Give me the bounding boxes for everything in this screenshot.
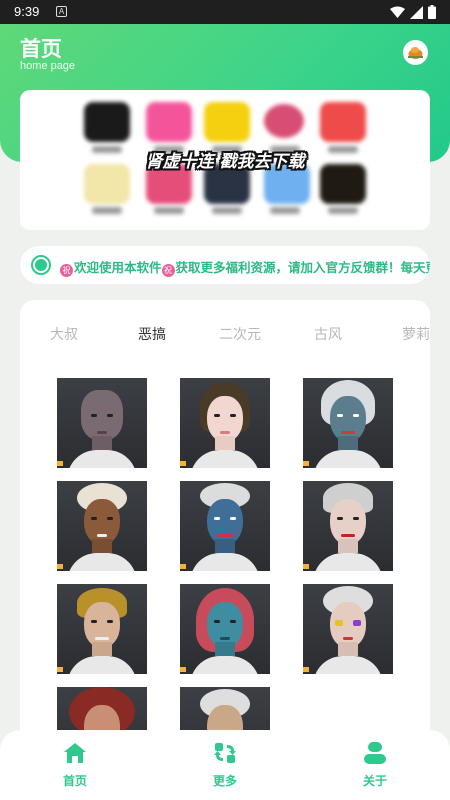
bottom-nav: 首页 更多 关于 [0, 730, 450, 800]
tab-luoli[interactable]: 萝莉 [402, 324, 430, 344]
signal-icon [410, 5, 423, 19]
category-tabs: 大叔 恶搞 二次元 古风 萝莉 [20, 324, 430, 346]
nav-more-label: 更多 [212, 774, 237, 788]
nav-more[interactable]: 更多 [195, 740, 255, 789]
notification-a-icon: A [56, 6, 67, 17]
status-time: 9:39 [14, 4, 40, 19]
character-face-9[interactable] [303, 584, 393, 674]
page-title: 首页 [20, 37, 62, 61]
character-face-1[interactable] [57, 378, 147, 468]
app-label-6 [92, 207, 122, 214]
notice-segment-1: 欢迎使用本软件 [74, 260, 162, 275]
more-icon [214, 743, 236, 763]
battery-icon [428, 5, 436, 19]
nav-about[interactable]: 关于 [345, 740, 405, 789]
nav-home[interactable]: 首页 [45, 740, 105, 789]
character-face-7[interactable] [57, 584, 147, 674]
app-icon-4 [264, 104, 304, 138]
notice-text: 祝欢迎使用本软件祝获取更多福利资源，请加入官方反馈群！每天更 [60, 257, 430, 277]
character-face-8[interactable] [180, 584, 270, 674]
app-icon-1 [84, 102, 130, 142]
content-card: 大叔 恶搞 二次元 古风 萝莉 [20, 300, 430, 780]
app-label-10 [328, 207, 358, 214]
app-icon-2 [146, 102, 192, 142]
avatar[interactable] [403, 40, 428, 65]
tab-egao[interactable]: 恶搞 [138, 324, 166, 344]
page-subtitle: home page [20, 60, 76, 72]
nav-about-label: 关于 [362, 774, 387, 788]
notice-segment-2: 获取更多福利资源，请加入官方反馈群！每天更 [175, 260, 430, 275]
app-label-9 [270, 207, 300, 214]
notice-dot-icon [31, 255, 51, 275]
home-icon [64, 743, 86, 763]
character-face-2[interactable] [180, 378, 270, 468]
notice-bar[interactable]: 祝欢迎使用本软件祝获取更多福利资源，请加入官方反馈群！每天更 [20, 246, 430, 284]
app-icon-5 [320, 102, 366, 142]
character-face-5[interactable] [180, 481, 270, 571]
status-bar: 9:39 A [0, 0, 450, 24]
character-face-6[interactable] [303, 481, 393, 571]
badge-icon: 祝 [60, 264, 73, 277]
character-face-4[interactable] [57, 481, 147, 571]
wifi-icon [390, 6, 405, 18]
tab-gufeng[interactable]: 古风 [314, 324, 342, 344]
app-icon-3 [204, 102, 250, 142]
tab-erciyuan[interactable]: 二次元 [219, 324, 261, 344]
avatar-icon [405, 42, 426, 63]
tab-dashu[interactable]: 大叔 [50, 324, 78, 344]
app-label-7 [154, 207, 184, 214]
banner-text: 肾虚十连 戳我去下载 [145, 152, 305, 172]
character-face-3[interactable] [303, 378, 393, 468]
app-label-8 [212, 207, 242, 214]
user-icon [364, 742, 386, 764]
badge-icon: 祝 [161, 264, 175, 277]
nav-home-label: 首页 [62, 774, 87, 788]
